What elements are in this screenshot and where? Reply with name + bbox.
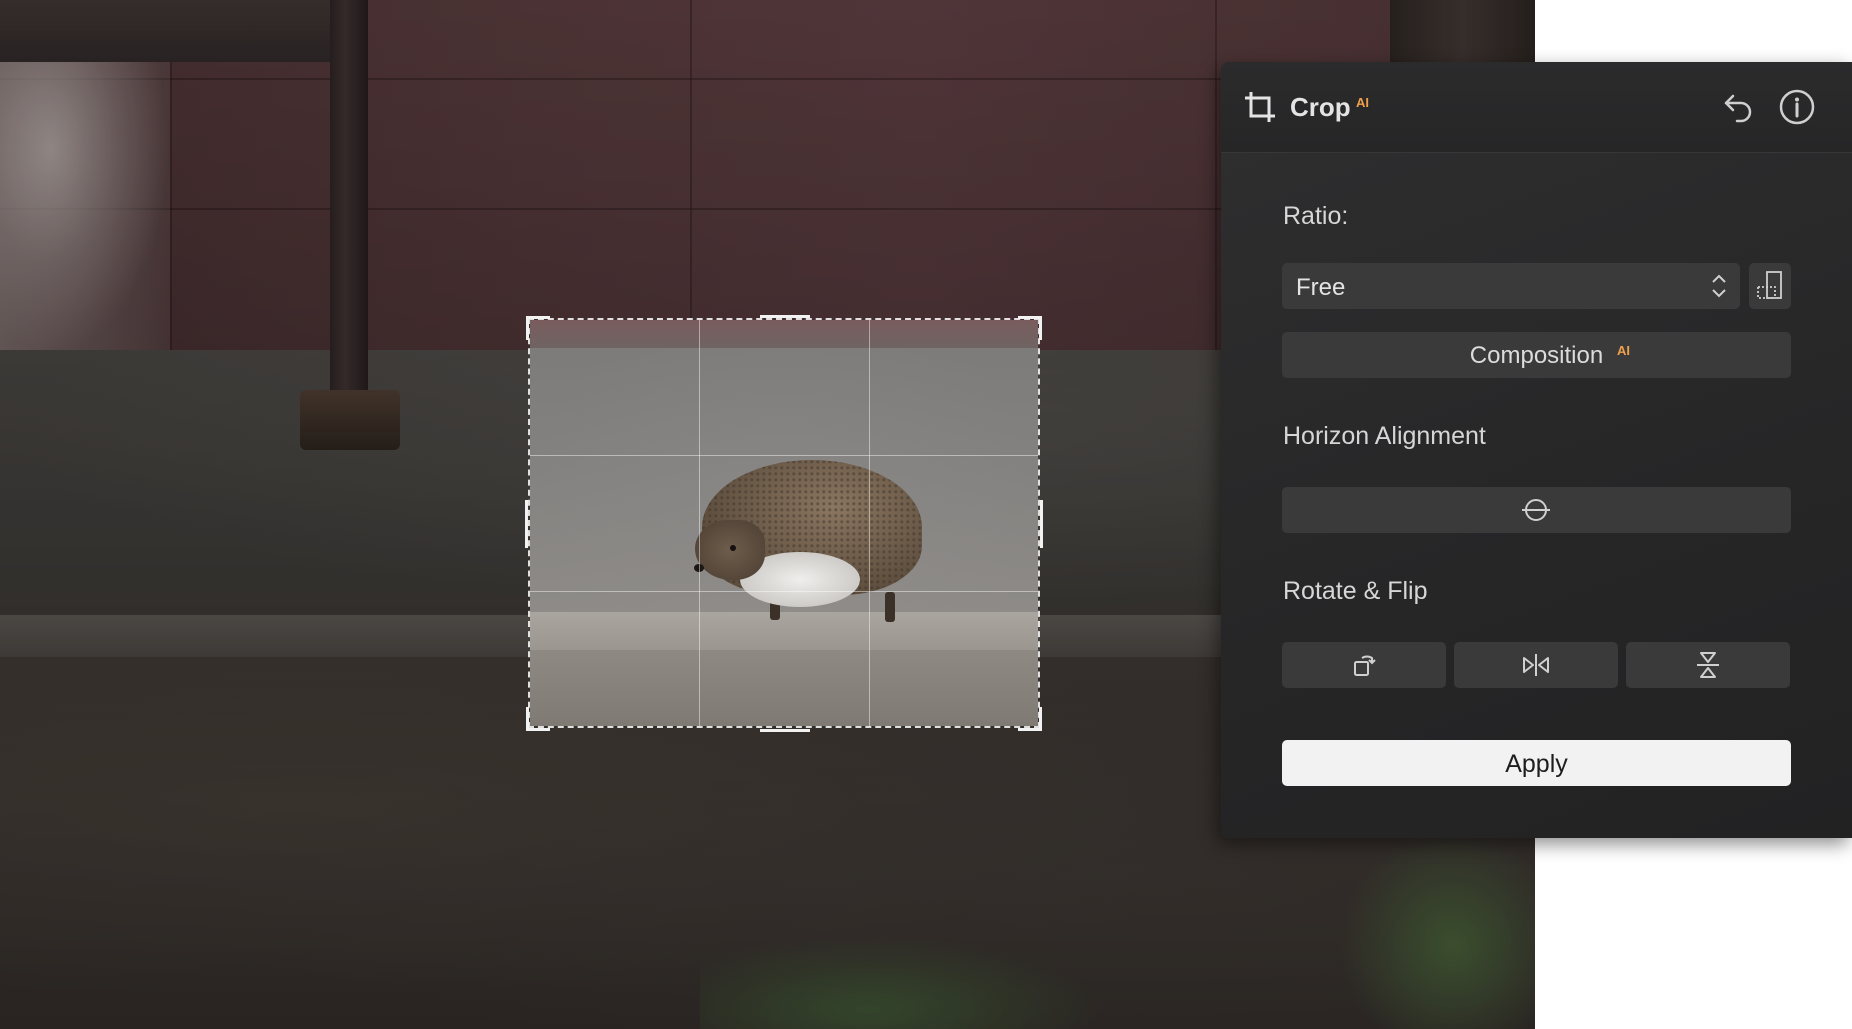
crop-frame[interactable] [528,318,1040,728]
chevron-updown-icon [1712,274,1726,298]
crop-grid-line [869,320,870,726]
crop-icon [1245,92,1275,122]
composition-button[interactable]: Composition AI [1282,332,1791,378]
flip-vertical-icon [1697,652,1719,678]
crop-preview-wall [530,320,1038,348]
ratio-select[interactable]: Free [1282,263,1740,309]
horizon-label: Horizon Alignment [1283,422,1486,450]
crop-handle-top-left[interactable] [526,316,550,319]
swap-orientation-icon [1757,271,1782,299]
ai-badge: AI [1617,343,1630,358]
apply-button[interactable]: Apply [1282,740,1791,786]
flip-vertical-button[interactable] [1626,642,1790,688]
horizon-level-icon [1522,499,1550,521]
crop-grid-line [530,591,1038,592]
crop-handle-right[interactable] [1040,500,1043,548]
ratio-select-value: Free [1296,274,1346,301]
composition-label: Composition [1469,342,1604,369]
crop-handle-top-right[interactable] [1039,316,1042,340]
rotate-icon [1354,655,1376,676]
crop-grid-line [699,320,700,726]
swap-orientation-button[interactable] [1749,263,1791,309]
crop-handle-top-left[interactable] [526,316,529,340]
info-icon[interactable] [1778,88,1816,126]
undo-icon[interactable] [1721,88,1757,124]
crop-panel: Crop AI Ratio: Free Composition AI Horiz… [1221,62,1852,838]
rotate-flip-label: Rotate & Flip [1283,577,1428,605]
horizon-alignment-button[interactable] [1282,487,1791,533]
crop-handle-top[interactable] [760,315,810,318]
panel-header: Crop AI [1221,62,1852,153]
crop-handle-bottom-left[interactable] [526,728,550,731]
rotate-button[interactable] [1282,642,1446,688]
crop-preview-soil [530,650,1038,726]
crop-preview-curb [530,612,1038,650]
crop-handle-left[interactable] [525,500,528,548]
crop-preview [530,320,1038,726]
flip-horizontal-button[interactable] [1454,642,1618,688]
panel-title: Crop [1290,92,1351,122]
crop-handle-bottom-right[interactable] [1039,707,1042,731]
crop-handle-bottom-left[interactable] [526,707,529,731]
ai-badge: AI [1356,95,1369,110]
crop-handle-bottom[interactable] [760,729,810,732]
flip-horizontal-icon [1523,654,1549,676]
apply-label: Apply [1505,750,1568,778]
crop-grid-line [530,455,1038,456]
ratio-label: Ratio: [1283,202,1349,230]
hedgehog-eye [730,545,736,551]
hedgehog-leg [885,592,895,622]
